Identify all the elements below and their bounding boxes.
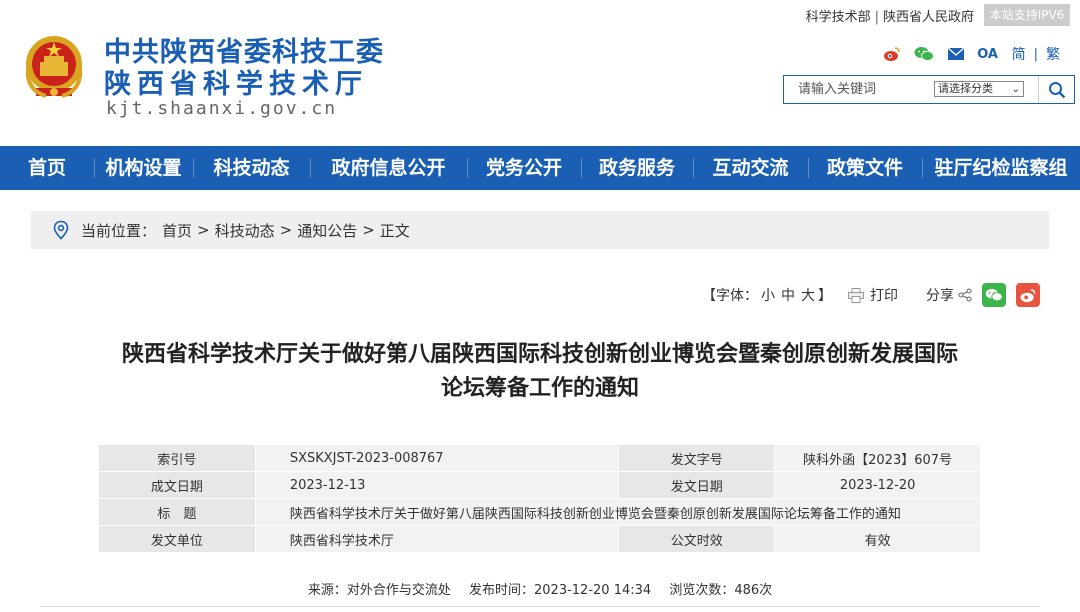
issuing-unit-label: 发文单位: [98, 525, 256, 553]
search-box: 请选择分类 ⌄: [783, 75, 1075, 104]
location-pin-icon: [53, 220, 69, 240]
breadcrumb-home[interactable]: 首页: [162, 220, 192, 241]
table-row: 发文单位 陕西省科学技术厅 公文时效 有效: [98, 525, 981, 553]
issuing-unit-value: 陕西省科学技术厅: [254, 525, 620, 553]
article-title: 陕西省科学技术厅关于做好第八届陕西国际科技创新创业博览会暨秦创原创新发展国际 论…: [40, 338, 1040, 406]
article-views: 浏览次数：486次: [669, 583, 773, 598]
title-label: 标 题: [98, 498, 256, 526]
article-title-line1: 陕西省科学技术厅关于做好第八届陕西国际科技创新创业博览会暨秦创原创新发展国际: [121, 342, 958, 367]
title-value: 陕西省科学技术厅关于做好第八届陕西国际科技创新创业博览会暨秦创原创新发展国际论坛…: [254, 498, 982, 526]
nav-item-party-affairs[interactable]: 党务公开: [467, 146, 581, 190]
article-title-line2: 论坛筹备工作的通知: [440, 376, 639, 401]
share-wechat-button[interactable]: [982, 283, 1006, 307]
written-date-value: 2023-12-13: [254, 471, 620, 499]
article-meta: 来源：对外合作与交流处 发布时间：2023-12-20 14:34 浏览次数：4…: [0, 579, 1080, 598]
index-label: 索引号: [98, 444, 256, 472]
site-header: 中共陕西省委科技工委 陕西省科学技术厅 kjt.shaanxi.gov.cn 科…: [0, 0, 1080, 146]
print-label: 打印: [870, 288, 898, 304]
article-tools: 【字体：小中大】 打印 分享: [702, 282, 1040, 308]
nav-item-interaction[interactable]: 互动交流: [693, 146, 808, 190]
breadcrumb: 当前位置： 首页 > 科技动态 > 通知公告 > 正文: [31, 211, 1049, 249]
nav-item-discipline[interactable]: 驻厅纪检监察组: [922, 146, 1080, 190]
breadcrumb-tech-news[interactable]: 科技动态: [215, 220, 275, 241]
weibo-icon[interactable]: [876, 44, 908, 64]
nav-item-gov-services[interactable]: 政务服务: [581, 146, 693, 190]
share-label: 分享: [926, 288, 954, 304]
breadcrumb-separator: >: [197, 221, 210, 239]
written-date-label: 成文日期: [98, 471, 256, 499]
breadcrumb-separator: >: [279, 221, 293, 239]
printer-icon: [848, 287, 864, 303]
mail-icon[interactable]: [940, 44, 972, 64]
share-weibo-button[interactable]: [1016, 283, 1040, 307]
nav-item-gov-info[interactable]: 政府信息公开: [310, 146, 467, 190]
article-source: 来源：对外合作与交流处: [307, 583, 451, 598]
index-value: SXSKXJST-2023-008767: [254, 444, 620, 472]
ipv6-badge: 本站支持IPV6: [984, 4, 1070, 26]
search-icon: [1048, 81, 1065, 98]
font-size-label: 【字体：: [702, 288, 758, 304]
breadcrumb-label: 当前位置：: [81, 221, 157, 240]
search-input[interactable]: [784, 76, 934, 103]
search-button[interactable]: [1038, 76, 1074, 103]
header-icon-row: OA 简 | 繁: [876, 44, 1068, 64]
share-icon: [958, 288, 972, 302]
site-domain: kjt.shaanxi.gov.cn: [106, 98, 338, 119]
lang-simplified-button[interactable]: 简: [1004, 44, 1034, 64]
chevron-down-icon: ⌄: [1011, 84, 1020, 95]
wechat-icon: [985, 288, 1003, 302]
font-large-button[interactable]: 大: [801, 288, 815, 304]
nav-item-policy[interactable]: 政策文件: [808, 146, 922, 190]
category-select[interactable]: 请选择分类 ⌄: [934, 81, 1024, 97]
lang-traditional-button[interactable]: 繁: [1038, 44, 1068, 64]
top-links: 科学技术部 | 陕西省人民政府: [805, 10, 974, 25]
oa-icon[interactable]: OA: [972, 44, 1004, 64]
font-small-button[interactable]: 小: [761, 288, 775, 304]
wechat-icon[interactable]: [908, 44, 940, 64]
page: 中共陕西省委科技工委 陕西省科学技术厅 kjt.shaanxi.gov.cn 科…: [0, 0, 1080, 612]
article-publish-time: 发布时间：2023-12-20 14:34: [469, 583, 652, 598]
weibo-icon: [1020, 288, 1036, 302]
divider: [40, 606, 1040, 607]
oa-label: OA: [977, 46, 998, 62]
breadcrumb-current: 正文: [379, 221, 410, 240]
font-size-group: 【字体：小中大】: [702, 285, 832, 305]
issued-date-label: 发文日期: [618, 471, 776, 499]
national-emblem-icon[interactable]: [22, 32, 86, 104]
link-shaanxi-gov[interactable]: 陕西省人民政府: [883, 10, 974, 25]
print-button[interactable]: 打印: [848, 285, 898, 305]
breadcrumb-notices[interactable]: 通知公告: [297, 220, 357, 241]
font-medium-button[interactable]: 中: [781, 288, 795, 304]
issued-date-value: 2023-12-20: [774, 471, 981, 499]
breadcrumb-separator: >: [362, 221, 375, 239]
main-nav: 首页 机构设置 科技动态 政府信息公开 党务公开 政务服务 互动交流 政策文件 …: [0, 146, 1080, 190]
nav-item-home[interactable]: 首页: [0, 146, 94, 190]
category-select-value: 请选择分类: [938, 82, 993, 95]
table-row: 成文日期 2023-12-13 发文日期 2023-12-20: [98, 471, 981, 499]
table-row: 索引号 SXSKXJST-2023-008767 发文字号 陕科外函【2023】…: [98, 444, 981, 472]
link-most[interactable]: 科学技术部: [806, 10, 871, 25]
nav-item-organization[interactable]: 机构设置: [94, 146, 193, 190]
document-info-table: 索引号 SXSKXJST-2023-008767 发文字号 陕科外函【2023】…: [98, 444, 982, 553]
table-row: 标 题 陕西省科学技术厅关于做好第八届陕西国际科技创新创业博览会暨秦创原创新发展…: [98, 498, 982, 526]
doc-number-value: 陕科外函【2023】607号: [774, 444, 981, 472]
validity-label: 公文时效: [618, 525, 776, 553]
font-size-close: 】: [818, 288, 832, 304]
nav-item-tech-news[interactable]: 科技动态: [193, 146, 310, 190]
site-title-line2[interactable]: 陕西省科学技术厅: [104, 62, 368, 101]
validity-value: 有效: [774, 525, 981, 553]
doc-number-label: 发文字号: [618, 444, 776, 472]
